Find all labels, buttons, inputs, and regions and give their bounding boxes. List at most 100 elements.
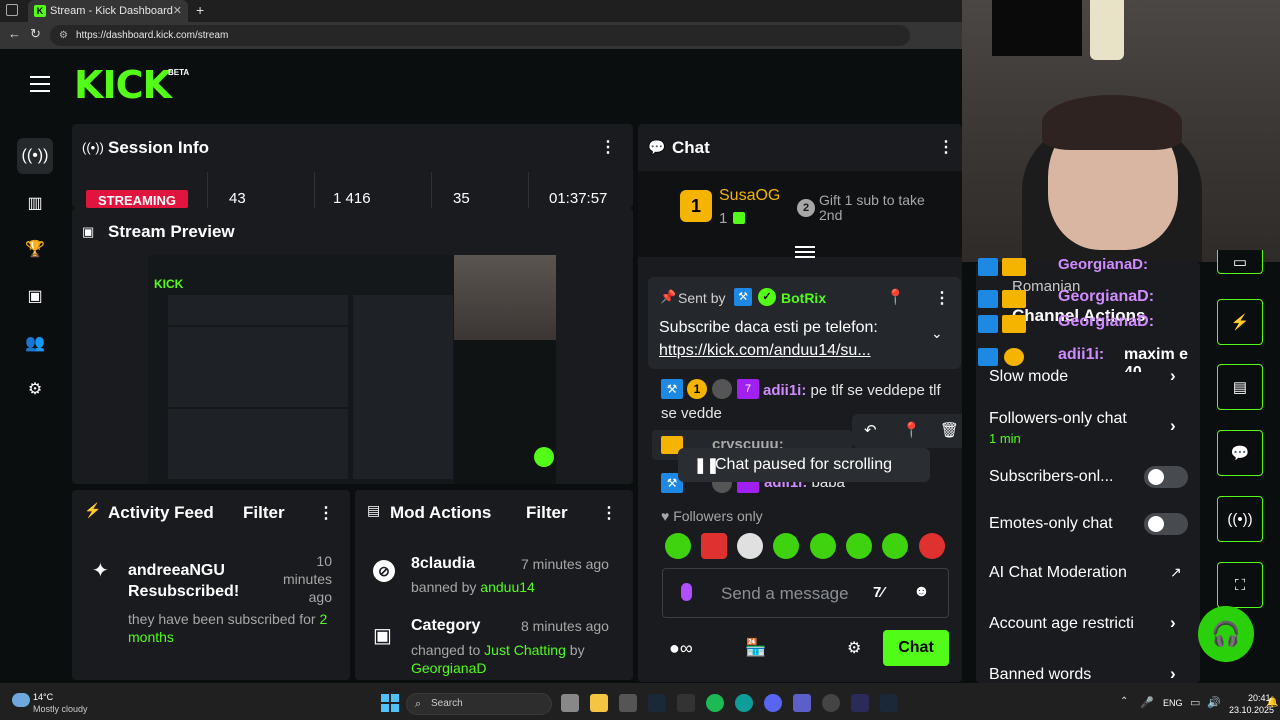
points-icon[interactable]: ●∞ bbox=[669, 638, 693, 659]
chevron-right-icon[interactable]: › bbox=[1170, 664, 1176, 683]
chevron-right-icon[interactable]: › bbox=[1170, 366, 1176, 386]
url-field[interactable]: ⚙ https://dashboard.kick.com/stream bbox=[50, 25, 910, 46]
volume-icon[interactable]: 🔊 bbox=[1207, 696, 1221, 709]
chat-bubble-icon[interactable]: 💬 bbox=[1217, 430, 1263, 476]
edge-icon[interactable] bbox=[735, 694, 753, 712]
video-icon[interactable]: ▣ bbox=[17, 278, 53, 314]
chat-input[interactable]: Send a message 7⁄ ☻ bbox=[662, 568, 949, 618]
chat-settings-icon[interactable]: ⚙ bbox=[847, 638, 861, 658]
subscribers-only-toggle[interactable] bbox=[1144, 466, 1188, 488]
send-chat-button[interactable]: Chat bbox=[883, 630, 949, 666]
reply-icon[interactable]: ↶ bbox=[864, 421, 877, 439]
tab-title: Stream - Kick Dashboard bbox=[50, 5, 173, 17]
session-menu-icon[interactable]: ⋮ bbox=[600, 137, 616, 157]
spotify-icon[interactable] bbox=[706, 694, 724, 712]
mod-menu-icon[interactable]: ⋮ bbox=[601, 503, 617, 523]
windows-start-icon[interactable] bbox=[381, 694, 399, 712]
broadcast-icon[interactable]: ((•)) bbox=[1217, 496, 1263, 542]
mod-detail-user[interactable]: GeorgianaD bbox=[411, 660, 487, 676]
session-icon[interactable]: ⛶ bbox=[1217, 562, 1263, 608]
collapse-leaderboard-icon[interactable] bbox=[795, 246, 815, 260]
network-icon[interactable]: ▭ bbox=[1190, 696, 1200, 709]
pinned-bot-name[interactable]: BotRix bbox=[781, 290, 826, 306]
banned-words-setting[interactable]: Banned words bbox=[989, 666, 1091, 683]
activity-menu-icon[interactable]: ⋮ bbox=[318, 503, 334, 523]
mod-item-title: Category bbox=[411, 617, 481, 634]
taskbar-search[interactable]: ⌕ Search bbox=[406, 693, 552, 715]
mod-detail-category[interactable]: Just Chatting bbox=[484, 642, 566, 658]
chat-menu-icon[interactable]: ⋮ bbox=[938, 137, 954, 157]
trophy-icon[interactable]: 🏆 bbox=[17, 231, 53, 267]
reload-icon[interactable]: ↻ bbox=[30, 26, 41, 42]
teams-icon[interactable] bbox=[793, 694, 811, 712]
kick-command-icon[interactable]: 7⁄ bbox=[873, 584, 884, 601]
steam-icon[interactable] bbox=[880, 694, 898, 712]
pinned-link[interactable]: https://kick.com/anduu14/su... bbox=[659, 342, 871, 360]
users-icon[interactable]: 👥 bbox=[17, 325, 53, 361]
steam-icon[interactable] bbox=[648, 694, 666, 712]
mod-filter-button[interactable]: Filter bbox=[526, 503, 568, 523]
store-icon[interactable]: 🏪 bbox=[745, 638, 766, 658]
emote-icon[interactable] bbox=[773, 533, 799, 559]
task-view-icon[interactable] bbox=[561, 694, 579, 712]
emote-icon[interactable] bbox=[882, 533, 908, 559]
followers-only-setting[interactable]: Followers-only chat bbox=[989, 410, 1127, 428]
weather-temp[interactable]: 14°C bbox=[33, 692, 53, 702]
lightning-icon[interactable]: ⚡ bbox=[1217, 299, 1263, 345]
pin-message-icon[interactable]: 📍 bbox=[902, 421, 921, 439]
stream-preview-video[interactable]: KICK bbox=[148, 255, 556, 484]
top-gifter-name[interactable]: SusaOG bbox=[719, 187, 780, 205]
app-icon[interactable] bbox=[851, 694, 869, 712]
external-link-icon[interactable]: ↗ bbox=[1170, 564, 1182, 581]
emote-icon[interactable] bbox=[737, 533, 763, 559]
ai-moderation-setting[interactable]: AI Chat Moderation bbox=[989, 564, 1127, 582]
app-icon[interactable] bbox=[619, 694, 637, 712]
emote-icon[interactable] bbox=[810, 533, 836, 559]
activity-filter-button[interactable]: Filter bbox=[243, 503, 285, 523]
gear-icon[interactable]: ⚙ bbox=[17, 371, 53, 407]
gift-cta[interactable]: Gift 1 sub to take 2nd bbox=[819, 193, 939, 223]
kick-logo[interactable]: KICK bbox=[74, 66, 172, 104]
chevron-right-icon[interactable]: › bbox=[1170, 613, 1176, 633]
emote-icon[interactable] bbox=[919, 533, 945, 559]
chat-username[interactable]: adii1i: bbox=[763, 382, 806, 399]
discord-icon[interactable] bbox=[764, 694, 782, 712]
chart-icon[interactable]: ▥ bbox=[17, 185, 53, 221]
notifications-icon[interactable]: 🔔 bbox=[1266, 697, 1278, 708]
emoji-icon[interactable]: ☻ bbox=[913, 583, 930, 601]
emote-icon[interactable] bbox=[665, 533, 691, 559]
tray-chevron-icon[interactable]: ⌃ bbox=[1120, 696, 1128, 707]
epic-icon[interactable] bbox=[677, 694, 695, 712]
language-indicator[interactable]: ENG bbox=[1163, 698, 1183, 708]
tab-actions-icon[interactable] bbox=[6, 4, 18, 16]
delete-icon[interactable]: 🗑 bbox=[940, 421, 959, 439]
chat-paused-banner[interactable]: ❚❚ Chat paused for scrolling bbox=[678, 448, 930, 482]
unpin-icon[interactable]: 📍 bbox=[886, 288, 905, 306]
account-age-setting[interactable]: Account age restricti bbox=[989, 615, 1134, 633]
microphone-tray-icon[interactable]: 🎤 bbox=[1140, 696, 1154, 709]
heart-icon: ♥ bbox=[661, 508, 670, 524]
document-icon[interactable]: ▤ bbox=[1217, 364, 1263, 410]
weather-text[interactable]: Mostly cloudy bbox=[33, 704, 88, 714]
chevron-down-icon[interactable]: ⌄ bbox=[931, 325, 943, 342]
microphone-icon[interactable] bbox=[681, 583, 692, 601]
chevron-right-icon[interactable]: › bbox=[1170, 416, 1176, 436]
mod-detail-user[interactable]: anduu14 bbox=[480, 579, 535, 595]
pinned-menu-icon[interactable]: ⋮ bbox=[934, 288, 950, 308]
back-icon[interactable]: ← bbox=[8, 26, 21, 41]
new-tab-icon[interactable]: + bbox=[196, 2, 204, 18]
close-tab-icon[interactable]: ✕ bbox=[173, 0, 182, 22]
slow-mode-setting[interactable]: Slow mode bbox=[989, 368, 1068, 386]
menu-icon[interactable] bbox=[30, 76, 50, 92]
emote-icon[interactable] bbox=[846, 533, 872, 559]
site-info-icon[interactable]: ⚙ bbox=[59, 25, 68, 46]
app-icon[interactable] bbox=[822, 694, 840, 712]
headset-support-icon[interactable]: 🎧 bbox=[1198, 606, 1254, 662]
file-explorer-icon[interactable] bbox=[590, 694, 608, 712]
layout-icon[interactable]: ▭ bbox=[1217, 250, 1263, 274]
pin-icon: 📌 bbox=[660, 289, 677, 304]
emote-icon[interactable] bbox=[701, 533, 727, 559]
browser-tab[interactable]: K Stream - Kick Dashboard ✕ bbox=[28, 0, 188, 22]
emotes-only-toggle[interactable] bbox=[1144, 513, 1188, 535]
broadcast-icon[interactable]: ((•)) bbox=[17, 138, 53, 174]
